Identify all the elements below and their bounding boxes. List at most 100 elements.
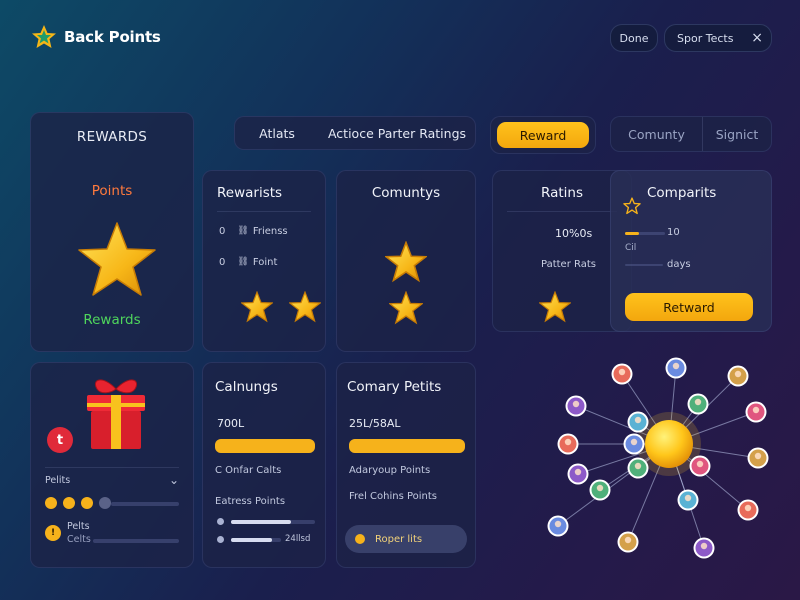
divider [45,467,179,468]
avatar[interactable] [617,531,639,553]
bullet-icon [217,518,224,525]
comparits-value-2: days [667,259,691,270]
calnungs-fill-a [231,520,292,524]
chevron-down-icon[interactable]: ⌄ [169,473,179,487]
avatar[interactable] [687,393,709,415]
avatar[interactable] [547,515,569,537]
roper-lits-chip[interactable]: Roper lits [345,525,467,553]
main-tab-bar: Atlats Actioce Parter Ratings [234,116,476,150]
retward-button[interactable]: Retward [625,293,753,321]
done-button[interactable]: Done [610,24,658,52]
avatar[interactable] [557,433,579,455]
avatar[interactable] [589,479,611,501]
link-icon: ⛓ [237,257,249,267]
list-item: 0 ⛓ Frienss [219,226,288,237]
calnungs-amount: 700L [217,417,245,430]
app-logo[interactable]: Back Points [30,24,161,50]
comparits-title: Comparits [647,185,717,201]
row-label: Frienss [252,226,288,237]
tab-signict[interactable]: Signict [703,117,771,151]
comparits-sub-1: Cil [625,243,637,253]
avatar[interactable] [627,457,649,479]
link-icon: ⛓ [237,226,249,236]
gift-item-sub: Celts [67,534,91,545]
rewarists-card: Rewarists 0 ⛓ Frienss 0 ⛓ Foint [202,170,326,352]
gift-card: t Pelits ⌄ ! Pelts Celts [30,362,194,568]
comparits-progress-fill [625,232,639,235]
star-icon [241,291,273,323]
calnungs-fill-b [231,538,272,542]
row-number: 0 [219,257,226,268]
rewards-card-title: REWARDS [76,129,148,145]
comary-row-2: Frel Cohins Points [349,491,438,502]
progress-dot [63,497,75,509]
calnungs-title: Calnungs [215,379,278,395]
comary-amount: 25L/58AL [349,417,401,430]
avatar[interactable] [627,411,649,433]
coin-icon [355,534,365,544]
points-dots [45,497,111,509]
avatar[interactable] [565,395,587,417]
reward-tab-bar: Reward [490,116,596,154]
calnungs-row-3: 24llsd [285,534,311,544]
row-label: Foint [252,257,278,268]
ratins-sub: Patter Rats [541,259,596,270]
tab-community[interactable]: Comunty [611,117,703,151]
gift-badge[interactable]: t [47,427,73,453]
points-track [111,502,179,506]
community-tab-bar: Comunty Signict [610,116,772,152]
comuntys-title: Comuntys [371,185,441,201]
calnungs-card: Calnungs 700L C Onfar Calts Eatress Poin… [202,362,326,568]
spec-tests-button[interactable]: Spor Tects × [664,24,772,52]
gift-points-label: Pelits [45,475,71,486]
avatar[interactable] [665,357,687,379]
network-hub [645,420,693,468]
gift-item-label: Pelts [67,521,90,532]
comary-card: Comary Petits 25L/58AL Adaryoup Points F… [336,362,476,568]
gift-item-track [93,539,179,543]
logo-mark-icon [30,24,58,50]
comuntys-card: Comuntys [336,170,476,352]
avatar[interactable] [677,489,699,511]
avatar[interactable] [567,463,589,485]
spec-tests-label: Spor Tects [677,31,734,45]
avatar[interactable] [747,447,769,469]
ratins-title: Ratins [541,185,583,201]
progress-dot [99,497,111,509]
tab-atlats[interactable]: Atlats [235,117,319,149]
star-icon [385,241,427,283]
comparits-value-1: 10 [667,227,680,238]
calnungs-progress-fill [215,439,315,453]
rewards-card: REWARDS Points Rewards [30,112,194,352]
avatar[interactable] [623,433,645,455]
avatar[interactable] [727,365,749,387]
divider [507,211,617,212]
calnungs-progress-track [215,439,315,453]
ratins-value: 10%0s [555,227,593,240]
row-number: 0 [219,226,226,237]
calnungs-track-a [231,520,315,524]
gift-box-icon [81,373,151,451]
avatar[interactable] [611,363,633,385]
points-label: Points [91,183,133,199]
bullet-icon [217,536,224,543]
star-icon [389,291,423,325]
list-item: 0 ⛓ Foint [219,257,277,268]
avatar[interactable] [689,455,711,477]
community-network-graphic [538,352,784,566]
avatar[interactable] [693,537,715,559]
rewarists-title: Rewarists [217,185,283,201]
tab-reward[interactable]: Reward [497,122,589,148]
avatar[interactable] [745,401,767,423]
star-outline-icon [623,197,641,215]
close-icon[interactable]: × [751,30,763,46]
comary-progress-fill [349,439,465,453]
tab-partner-ratings[interactable]: Actioce Parter Ratings [319,117,475,149]
calnungs-row-2: Eatress Points [215,496,286,507]
star-icon [539,291,571,323]
comary-progress-track [349,439,465,453]
avatar[interactable] [737,499,759,521]
chip-label: Roper lits [375,533,423,545]
big-star-icon [77,221,157,299]
progress-dot [81,497,93,509]
